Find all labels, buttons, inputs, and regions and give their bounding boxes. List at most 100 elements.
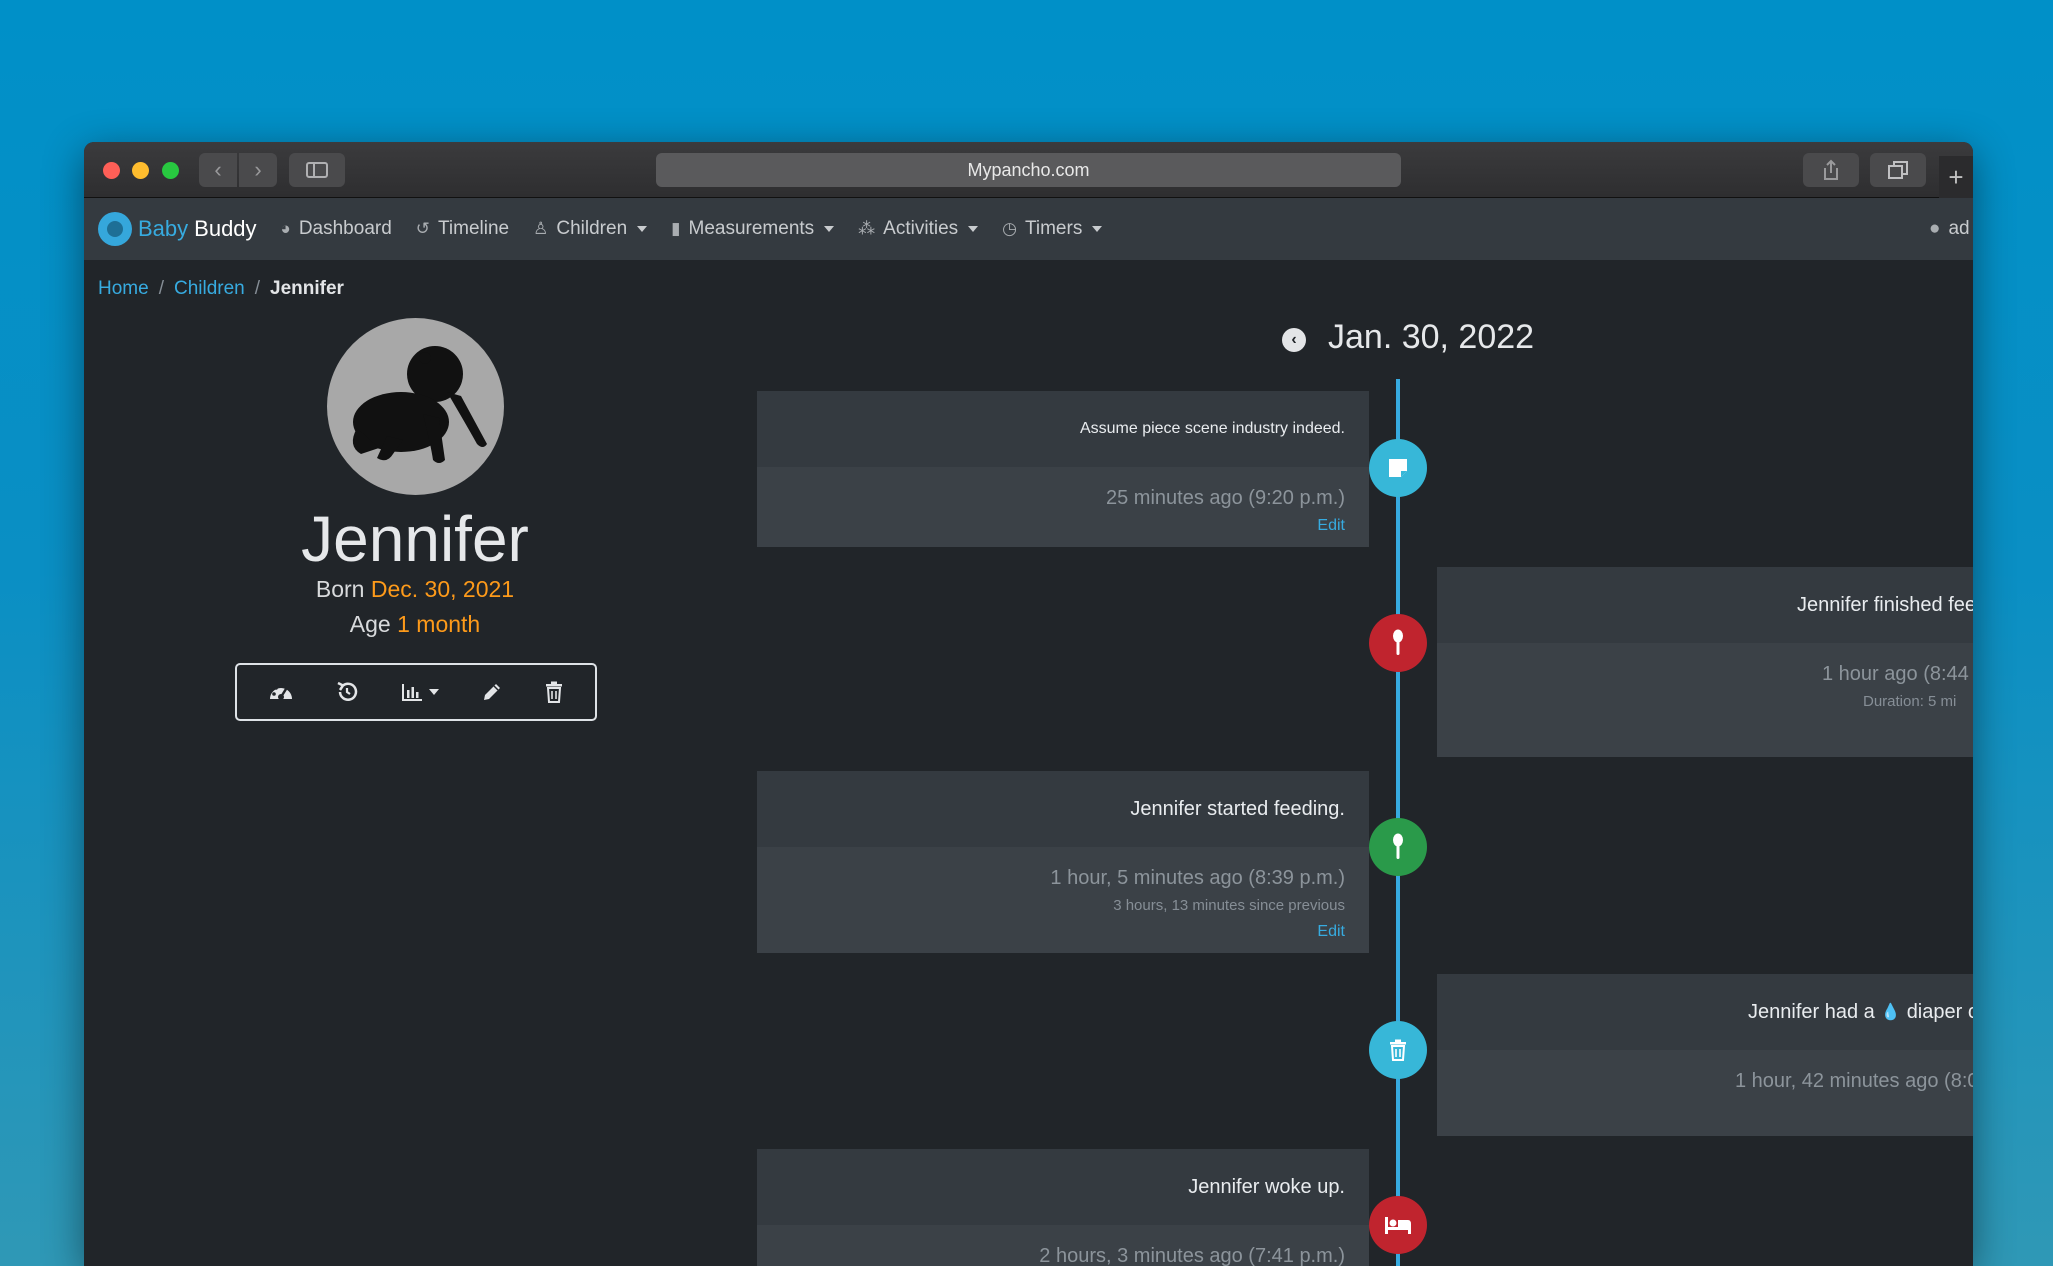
timeline-card-feeding-end: Jennifer finished fee 1 hour ago (8:44 p… xyxy=(1437,567,1973,757)
sidebar-toggle-button[interactable] xyxy=(289,153,345,187)
timeline-card-text: Jennifer woke up. xyxy=(757,1149,1369,1225)
nav-children-label: Children xyxy=(556,218,628,239)
caret-down-icon xyxy=(637,226,648,232)
child-reports-dropdown[interactable] xyxy=(401,682,439,702)
timeline-card-detail: Duration: 5 mi xyxy=(1863,693,1957,710)
timeline-marker-diaper xyxy=(1369,1021,1427,1079)
nav-activities-label: Activities xyxy=(883,218,959,239)
user-icon: ● xyxy=(1929,218,1941,239)
nav-dashboard[interactable]: ◕ Dashboard xyxy=(281,218,392,240)
chevron-right-icon: › xyxy=(254,157,262,182)
trash-icon xyxy=(1390,1039,1406,1061)
app-navbar: Baby Buddy ◕ Dashboard ↺ Timeline ♙ Chil… xyxy=(84,198,1973,260)
age-label: Age xyxy=(349,611,391,637)
spoon-icon xyxy=(1393,833,1403,859)
timeline-card-edit-link[interactable]: Edit xyxy=(781,921,1345,943)
timeline-card-sleep: Jennifer woke up. 2 hours, 3 minutes ago… xyxy=(757,1149,1369,1266)
timeline-card-feeding-start: Jennifer started feeding. 1 hour, 5 minu… xyxy=(757,771,1369,953)
timeline-card-body: 25 minutes ago (9:20 p.m.) Edit xyxy=(757,467,1369,547)
nav-user-dropdown[interactable]: ● ad xyxy=(1929,198,1973,260)
child-timeline-button[interactable] xyxy=(335,680,359,704)
previous-day-button[interactable]: ‹ xyxy=(1282,327,1306,352)
breadcrumb-home-link[interactable]: Home xyxy=(98,278,149,300)
caret-down-icon xyxy=(824,226,835,232)
nav-timers-label: Timers xyxy=(1024,218,1083,239)
child-name-heading: Jennifer xyxy=(301,503,529,575)
sidebar-icon xyxy=(306,162,328,178)
forward-button[interactable]: › xyxy=(239,153,277,187)
timeline-card-text: Jennifer started feeding. xyxy=(757,771,1369,847)
timeline-marker-feeding-end xyxy=(1369,614,1427,672)
note-icon xyxy=(1389,459,1407,477)
timeline-card-body: 1 hour, 5 minutes ago (8:39 p.m.) 3 hour… xyxy=(757,847,1369,953)
nav-children-dropdown[interactable]: ♙ Children xyxy=(533,218,648,240)
plus-icon: + xyxy=(1948,161,1964,192)
child-born: Born Dec. 30, 2021 xyxy=(84,576,746,603)
timeline-date-header: ‹ Jan. 30, 2022 xyxy=(1282,318,1534,357)
timeline-card-text-after: diaper cha xyxy=(1906,1000,1973,1023)
pencil-icon xyxy=(483,684,500,700)
brand-name-part1: Baby xyxy=(138,216,189,241)
tabs-icon xyxy=(1888,161,1908,179)
tab-overview-button[interactable] xyxy=(1870,153,1926,187)
breadcrumb-separator: / xyxy=(158,278,164,299)
back-button[interactable]: ‹ xyxy=(199,153,237,187)
nav-user-label: ad xyxy=(1948,218,1970,239)
breadcrumb-separator: / xyxy=(254,278,261,299)
child-dashboard-button[interactable] xyxy=(268,681,294,703)
brand-name-part2: Buddy xyxy=(194,216,257,241)
minimize-window-button[interactable] xyxy=(132,162,149,179)
chevron-left-icon: ‹ xyxy=(214,157,222,182)
nav-timers-dropdown[interactable]: ◷ Timers xyxy=(1002,218,1103,240)
bed-icon xyxy=(1385,1217,1411,1234)
nav-activities-dropdown[interactable]: ⁂ Activities xyxy=(858,218,979,240)
chevron-left-icon: ‹ xyxy=(1291,330,1297,348)
share-button[interactable] xyxy=(1803,153,1859,187)
timeline-card-edit-link[interactable]: Edit xyxy=(781,515,1345,537)
nav-timeline[interactable]: ↺ Timeline xyxy=(416,218,509,240)
timeline-card-time: 1 hour ago (8:44 p xyxy=(1822,663,1973,685)
crawling-baby-icon xyxy=(352,346,487,463)
breadcrumb: Home / Children / Jennifer xyxy=(98,278,344,300)
timeline-marker-feeding-start xyxy=(1369,818,1427,876)
timeline-marker-sleep xyxy=(1369,1196,1427,1254)
new-tab-button[interactable]: + xyxy=(1939,156,1973,198)
timeline-card-diaper: Jennifer had a 💧 diaper cha 1 hour, 42 m… xyxy=(1437,974,1973,1136)
close-window-button[interactable] xyxy=(103,162,120,179)
address-bar[interactable]: Mypancho.com xyxy=(656,153,1401,187)
child-actions-group xyxy=(235,663,597,721)
browser-window: ‹ › Mypancho.com + Baby Buddy ◕ Dashboar… xyxy=(84,142,1973,1266)
water-drop-icon: 💧 xyxy=(1880,1004,1901,1021)
caret-down-icon xyxy=(428,689,439,695)
timeline-card-text: Jennifer finished fee xyxy=(1437,567,1973,643)
brand-link[interactable]: Baby Buddy xyxy=(98,212,257,246)
timer-icon: ◷ xyxy=(1002,219,1017,238)
nav-timeline-label: Timeline xyxy=(438,218,510,239)
clipboard-icon: ▮ xyxy=(671,219,681,238)
child-delete-button[interactable] xyxy=(544,681,564,703)
timeline-marker-note xyxy=(1369,439,1427,497)
timeline-card-note: Assume piece scene industry indeed. 25 m… xyxy=(757,391,1369,547)
born-label: Born xyxy=(315,576,365,602)
nav-measurements-dropdown[interactable]: ▮ Measurements xyxy=(671,218,835,240)
timeline-card-time: 1 hour, 42 minutes ago (8:02 p xyxy=(1735,1070,1973,1092)
timeline-card-body: 2 hours, 3 minutes ago (7:41 p.m.) xyxy=(757,1225,1369,1266)
child-age: Age 1 month xyxy=(84,611,746,638)
timeline-card-text: Assume piece scene industry indeed. xyxy=(757,391,1369,467)
activities-icon: ⁂ xyxy=(858,219,876,238)
timeline-card-body: 1 hour, 42 minutes ago (8:02 p xyxy=(1437,1050,1973,1136)
zoom-window-button[interactable] xyxy=(162,162,179,179)
caret-down-icon xyxy=(1092,226,1103,232)
trash-icon xyxy=(546,681,563,703)
timeline-card-time: 2 hours, 3 minutes ago (7:41 p.m.) xyxy=(1039,1245,1345,1266)
age-value: 1 month xyxy=(397,611,481,637)
timeline-card-detail: 3 hours, 13 minutes since previous xyxy=(1113,897,1345,914)
timeline-card-header: Jennifer had a 💧 diaper cha xyxy=(1437,974,1973,1050)
bar-chart-icon xyxy=(401,684,422,701)
breadcrumb-children-link[interactable]: Children xyxy=(174,278,245,300)
history-icon: ↺ xyxy=(415,219,431,238)
nav-measurements-label: Measurements xyxy=(688,218,815,239)
browser-titlebar: ‹ › Mypancho.com + xyxy=(84,142,1973,198)
born-date: Dec. 30, 2021 xyxy=(370,576,515,602)
child-edit-button[interactable] xyxy=(481,681,503,703)
